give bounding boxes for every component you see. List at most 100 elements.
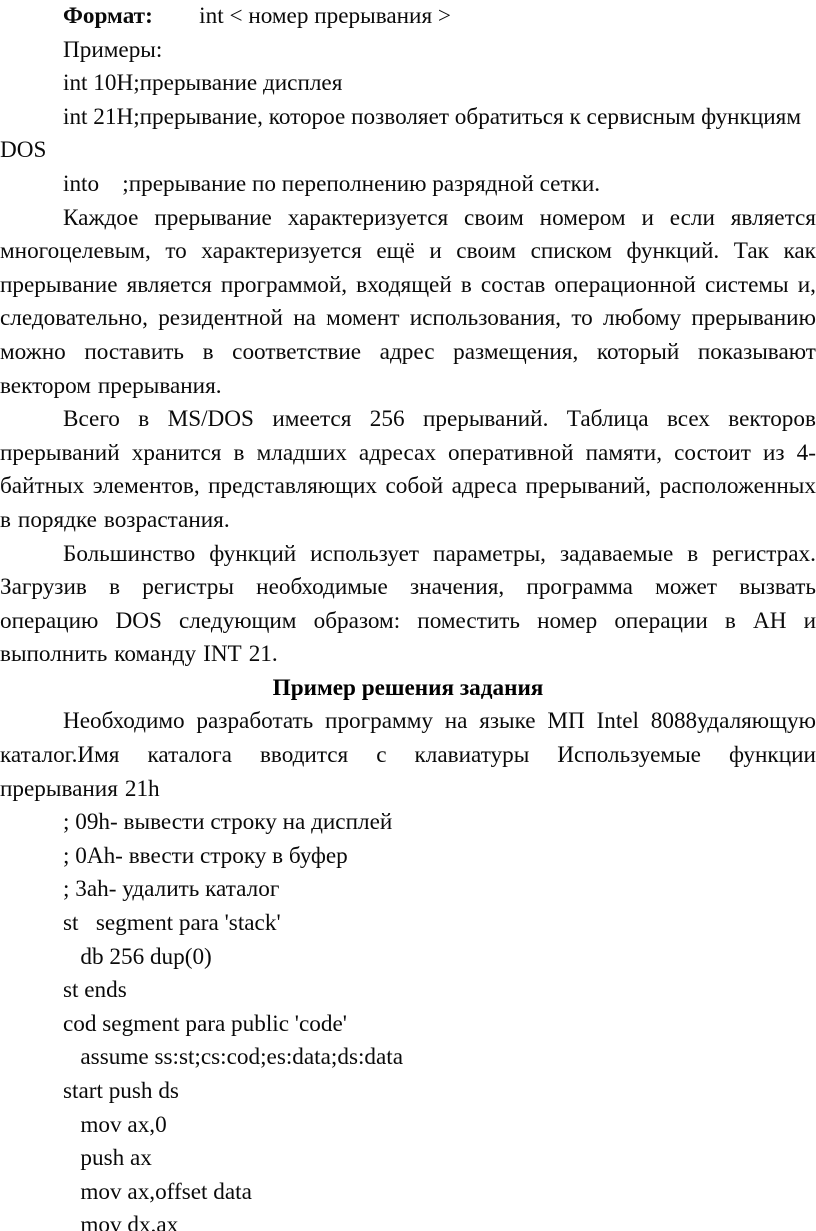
word: функций <box>209 540 297 567</box>
word: памяти, <box>585 439 663 466</box>
word: вводится <box>259 742 349 769</box>
paragraph-interrupt-characteristics-line-1: многоцелевым, то характеризуется ещё и своим с… <box>0 235 816 269</box>
paragraph-interrupt-characteristics-line-2: прерывание является программой, входящей в со… <box>0 269 816 303</box>
paragraph-task-statement-line-2: прерывания 21h <box>0 773 816 807</box>
word: на <box>444 708 468 735</box>
word: команду <box>114 641 197 668</box>
word: в <box>109 574 121 601</box>
word: любому <box>603 305 682 332</box>
example-int10h: int 10H;прерывание дисплея <box>63 70 343 97</box>
word: с <box>376 742 387 769</box>
word: соответствие <box>232 338 362 365</box>
word: в <box>0 506 11 533</box>
word: DOS <box>115 607 162 634</box>
word: функции <box>728 742 816 769</box>
word: 21h <box>124 775 160 802</box>
code-line-0: ; 09h- вывести строку на дисплей <box>63 809 393 836</box>
word: размещения, <box>453 338 579 365</box>
word: состоит <box>674 439 751 466</box>
paragraph-task-statement-line-0: Необходимо разработать программу на языке МП I… <box>0 705 816 739</box>
word: и <box>803 607 816 634</box>
word: языке <box>479 708 536 735</box>
word: порядке <box>17 506 97 533</box>
word: показывают <box>697 338 816 365</box>
code-line-11: mov ax,offset data <box>63 1178 252 1205</box>
paragraph-interrupt-characteristics: Каждое прерывание характеризуется своим номе… <box>0 202 816 404</box>
word: Большинство <box>63 540 196 567</box>
code-line-10: push ax <box>63 1145 152 1172</box>
example-into: into ;прерывание по переполнению разрядн… <box>63 170 601 197</box>
word: регистрах. <box>712 540 816 567</box>
word: системы <box>704 271 789 298</box>
word: следовательно, <box>0 305 148 332</box>
paragraph-task-statement: Необходимо разработать программу на языке МП I… <box>0 705 816 806</box>
word: входящей <box>356 271 452 298</box>
word: если <box>669 204 715 231</box>
word: в <box>138 406 150 433</box>
word: 21. <box>248 641 278 668</box>
word: элементов, <box>92 473 200 500</box>
format-label: Формат: <box>63 3 153 29</box>
word: Так <box>733 238 769 265</box>
word: как <box>783 238 816 265</box>
word: характеризуется <box>201 238 362 265</box>
examples-label: Примеры: <box>63 36 163 63</box>
code-line-9: mov ax,0 <box>63 1111 167 1138</box>
word: Intel <box>596 708 640 735</box>
word: клавиатуры <box>414 742 530 769</box>
word: является <box>126 271 212 298</box>
word: прерываний, <box>525 473 651 500</box>
word: в <box>724 607 736 634</box>
word: то <box>571 305 593 332</box>
word: то <box>165 238 187 265</box>
format-gap <box>153 3 199 29</box>
word: значения, <box>410 574 505 601</box>
word: и <box>641 204 654 231</box>
code-listing: ; 09h- вывести строку на дисплей ; 0Ah- в… <box>0 806 816 1231</box>
paragraph-function-parameters-line-3: выполнить команду INT 21. <box>0 638 816 672</box>
word: оперативной <box>448 439 574 466</box>
code-line-12: mov dx,ax <box>63 1212 179 1231</box>
word: младших <box>256 439 347 466</box>
word: из <box>762 439 785 466</box>
paragraph-interrupt-characteristics-line-3: следовательно, резидентной на момент использ… <box>0 302 816 336</box>
paragraph-interrupt-table-line-2: байтных элементов, представляющих собой адре… <box>0 470 816 504</box>
paragraph-function-parameters-line-0: Большинство функций использует параметры, за… <box>0 538 816 572</box>
word: адреса <box>451 473 518 500</box>
word: каталог.Имя <box>0 742 120 769</box>
word: в <box>233 439 245 466</box>
document-content: Формат: int < номер прерывания > Примеры… <box>0 0 816 1231</box>
word: резидентной <box>158 305 283 332</box>
paragraph-task-statement-line-1: каталог.Имя каталога вводится с клавиатуры Ис… <box>0 739 816 773</box>
word: прерыванию <box>691 305 816 332</box>
word: и, <box>797 271 816 298</box>
word: состав <box>480 271 546 298</box>
paragraph-interrupt-characteristics-line-0: Каждое прерывание характеризуется своим номе… <box>0 202 816 236</box>
word: программа <box>526 574 633 601</box>
word: момент <box>326 305 400 332</box>
paragraph-interrupt-table-line-0: Всего в MS/DOS имеется 256 прерываний. Таблица… <box>0 403 816 437</box>
word: функций. <box>626 238 720 265</box>
word: Всего <box>63 406 120 433</box>
word: Каждое <box>63 204 139 231</box>
word: в <box>460 271 472 298</box>
word: адрес <box>379 338 435 365</box>
word: следующим <box>178 607 297 634</box>
code-line-3: st segment para 'stack' <box>63 910 281 937</box>
paragraph-interrupt-table-line-3: в порядке возрастания. <box>0 504 816 538</box>
paragraph-interrupt-characteristics-line-5: вектором прерывания. <box>0 370 816 404</box>
word: хранится <box>131 439 222 466</box>
word: МП <box>547 708 585 735</box>
word: прерывание <box>154 204 272 231</box>
word: прерываний. <box>422 406 549 433</box>
word: номером <box>539 204 626 231</box>
body-paragraphs: Каждое прерывание характеризуется своим номе… <box>0 202 816 672</box>
word: представляющих <box>208 473 377 500</box>
word: вызвать <box>739 574 816 601</box>
word: является <box>730 204 816 231</box>
word: параметры, <box>433 540 546 567</box>
word: имеется <box>272 406 352 433</box>
format-value: int < номер прерывания > <box>199 3 451 29</box>
code-line-6: cod segment para public 'code' <box>63 1010 347 1037</box>
word: разработать <box>196 708 314 735</box>
